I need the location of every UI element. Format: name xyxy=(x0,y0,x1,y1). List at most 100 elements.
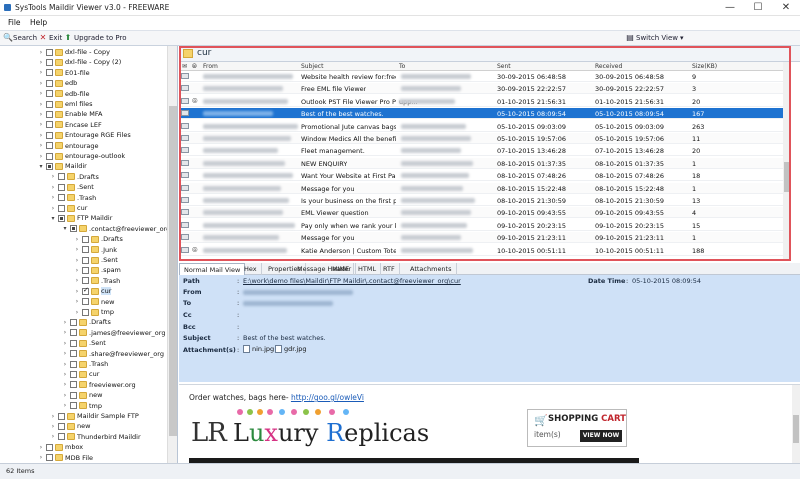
tab-rtf[interactable]: RTF xyxy=(379,263,400,275)
tree-item[interactable]: › .Drafts xyxy=(50,172,99,182)
attachment-item[interactable]: nin.jpg xyxy=(243,345,274,353)
tree-checkbox[interactable] xyxy=(58,412,65,420)
email-row[interactable]: Pay only when we rank your ke... 09-10-20… xyxy=(179,220,783,231)
tree-item[interactable]: › dxl-file - Copy (2) xyxy=(38,57,121,67)
email-row[interactable]: ⦾Outlook PST File Viewer Pro Pl...upp...… xyxy=(179,96,783,107)
tree-checkbox[interactable] xyxy=(70,339,77,347)
switch-view-button[interactable]: ▤ Switch View ▾ xyxy=(626,34,683,43)
body-link[interactable]: http://goo.gl/owleVi xyxy=(291,393,364,402)
expand-toggle-icon[interactable]: › xyxy=(62,340,68,347)
expand-toggle-icon[interactable]: › xyxy=(74,288,80,295)
tree-checkbox[interactable] xyxy=(70,381,77,389)
tree-item[interactable]: › MDB File xyxy=(38,453,93,463)
tree-checkbox[interactable] xyxy=(58,214,65,222)
tree-item[interactable]: › .Sent xyxy=(62,338,106,348)
tree-checkbox[interactable] xyxy=(46,58,53,66)
expand-toggle-icon[interactable]: › xyxy=(38,59,44,66)
tree-checkbox[interactable] xyxy=(46,152,53,160)
expand-toggle-icon[interactable]: › xyxy=(38,111,44,118)
tree-checkbox[interactable] xyxy=(58,173,65,181)
expand-toggle-icon[interactable]: › xyxy=(74,298,80,305)
search-button[interactable]: 🔍 Search xyxy=(3,34,37,43)
exit-button[interactable]: ✕ Exit xyxy=(39,34,63,43)
tree-checkbox[interactable] xyxy=(82,246,89,254)
tree-item[interactable]: › .Sent xyxy=(74,255,118,265)
maximize-button[interactable]: ☐ xyxy=(744,0,772,16)
tree-item[interactable]: › mbox xyxy=(38,442,83,452)
tree-item[interactable]: › .Drafts xyxy=(74,234,123,244)
email-row[interactable]: Free EML file Viewer 30-09-2015 22:22:57 3… xyxy=(179,83,783,95)
tree-item[interactable]: › .Sent xyxy=(50,182,94,192)
expand-toggle-icon[interactable]: › xyxy=(62,402,68,409)
expand-toggle-icon[interactable]: › xyxy=(38,132,44,139)
tree-item[interactable]: › .Trash xyxy=(62,359,108,369)
expand-toggle-icon[interactable]: › xyxy=(38,90,44,97)
minimize-button[interactable]: — xyxy=(716,0,744,16)
tree-checkbox[interactable] xyxy=(58,183,65,191)
tab-attachments[interactable]: Attachments xyxy=(406,263,457,275)
attachment-item[interactable]: gdr.jpg xyxy=(275,345,306,353)
view-now-button[interactable]: VIEW NOW xyxy=(580,430,622,442)
tree-item[interactable]: › entourage xyxy=(38,141,99,151)
tree-checkbox[interactable] xyxy=(82,256,89,264)
expand-toggle-icon[interactable]: › xyxy=(38,69,44,76)
expand-toggle-icon[interactable]: › xyxy=(50,433,56,440)
upgrade-button[interactable]: ⬆ Upgrade to Pro xyxy=(64,34,127,43)
tree-checkbox[interactable] xyxy=(46,162,53,170)
close-button[interactable]: ✕ xyxy=(772,0,800,16)
tree-item[interactable]: › Maildir Sample FTP xyxy=(50,411,139,421)
email-list-scroll-thumb[interactable] xyxy=(784,162,790,192)
tree-item[interactable]: › entourage-outlook xyxy=(38,151,125,161)
tree-item[interactable]: ▾ .contact@freeviewer_org xyxy=(62,224,170,234)
expand-toggle-icon[interactable]: › xyxy=(38,444,44,451)
tree-checkbox[interactable] xyxy=(58,194,65,202)
email-row[interactable]: Is your business on the first pa... 08-10… xyxy=(179,195,783,206)
tree-item[interactable]: › new xyxy=(74,297,115,307)
tree-checkbox[interactable] xyxy=(46,121,53,129)
tree-item[interactable]: › .Trash xyxy=(74,276,120,286)
expand-toggle-icon[interactable]: › xyxy=(74,257,80,264)
col-size[interactable]: Size(KB) xyxy=(692,63,717,70)
tree-checkbox[interactable] xyxy=(58,204,65,212)
tree-checkbox[interactable] xyxy=(58,433,65,441)
expand-toggle-icon[interactable]: ▾ xyxy=(62,225,68,232)
col-sent[interactable]: Sent xyxy=(497,63,511,70)
tree-item[interactable]: › tmp xyxy=(74,307,114,317)
email-row[interactable]: Website health review for:free... 30-09-2… xyxy=(179,71,783,82)
expand-toggle-icon[interactable]: › xyxy=(74,267,80,274)
expand-toggle-icon[interactable]: › xyxy=(62,319,68,326)
expand-toggle-icon[interactable]: › xyxy=(50,173,56,180)
tree-item[interactable]: › E01-file xyxy=(38,68,90,78)
expand-toggle-icon[interactable]: › xyxy=(74,236,80,243)
body-scrollbar[interactable] xyxy=(792,385,800,464)
expand-toggle-icon[interactable]: › xyxy=(62,371,68,378)
tree-checkbox[interactable] xyxy=(82,266,89,274)
expand-toggle-icon[interactable]: › xyxy=(38,454,44,461)
tree-checkbox[interactable] xyxy=(58,422,65,430)
expand-toggle-icon[interactable]: › xyxy=(38,80,44,87)
email-row[interactable]: Promotional Jute canvas bags ... 05-10-20… xyxy=(179,121,783,132)
tree-item[interactable]: › .james@freeviewer_org xyxy=(62,328,166,338)
tree-item[interactable]: › edb-file xyxy=(38,89,90,99)
tree-item[interactable]: › .Junk xyxy=(74,245,117,255)
tab-html[interactable]: HTML xyxy=(354,263,382,275)
tree-item[interactable]: › new xyxy=(50,421,91,431)
menu-file[interactable]: File xyxy=(8,18,21,27)
tree-item[interactable]: › eml files xyxy=(38,99,93,109)
tree-item[interactable]: › new xyxy=(62,390,103,400)
tree-item[interactable]: ▾ FTP Maildir xyxy=(50,213,112,223)
body-scroll-thumb[interactable] xyxy=(793,415,799,443)
tree-checkbox[interactable] xyxy=(70,370,77,378)
tree-checkbox[interactable] xyxy=(46,131,53,139)
expand-toggle-icon[interactable]: › xyxy=(74,277,80,284)
tree-item[interactable]: › Entourage RGE Files xyxy=(38,130,131,140)
tree-checkbox[interactable] xyxy=(46,48,53,56)
tree-item[interactable]: › cur xyxy=(74,286,112,296)
expand-toggle-icon[interactable]: › xyxy=(62,361,68,368)
col-subject[interactable]: Subject xyxy=(301,63,323,70)
tree-item[interactable]: › .spam xyxy=(74,265,121,275)
email-row[interactable]: Message for you 09-10-2015 21:23:11 09-10-… xyxy=(179,232,783,244)
tree-item[interactable]: › .Trash xyxy=(50,193,96,203)
expand-toggle-icon[interactable]: › xyxy=(38,49,44,56)
expand-toggle-icon[interactable]: › xyxy=(74,246,80,253)
